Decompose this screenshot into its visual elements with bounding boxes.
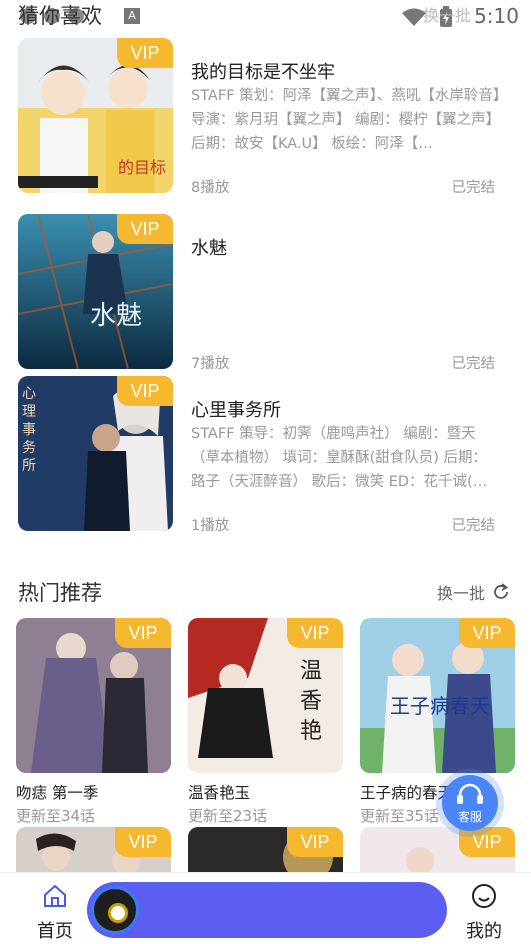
status-time: 5:10 — [474, 4, 519, 28]
item-plays: 8播放 — [191, 180, 230, 196]
smile-icon — [472, 884, 496, 908]
svg-text:的目标: 的目标 — [118, 158, 166, 177]
svg-text:温: 温 — [300, 659, 322, 684]
item-title: 水魅 — [191, 238, 227, 259]
svg-text:艳: 艳 — [300, 719, 322, 744]
swap-label: 换一批 — [436, 584, 485, 603]
bottom-nav: 首页 我的 — [0, 872, 531, 944]
section-title-guess: 猜你喜欢 — [18, 4, 102, 28]
cover-image: 心 理 事 务 所 VIP — [18, 376, 173, 531]
mini-player[interactable] — [87, 882, 447, 938]
vip-badge: VIP — [115, 618, 171, 648]
item-title: 心里事务所 — [191, 400, 281, 421]
home-icon — [44, 884, 66, 907]
cover-image: 水魅 VIP — [18, 214, 173, 369]
cover-image: 温 香 艳 VIP — [188, 618, 343, 773]
nav-home-label: 首页 — [37, 921, 73, 942]
hot-swap-button[interactable]: 换一批 — [437, 580, 511, 604]
svg-text:务: 务 — [22, 440, 36, 456]
card-name: 吻痣 第一季 — [16, 784, 99, 802]
card-update: 更新至34话 — [16, 807, 96, 825]
vip-badge: VIP — [459, 827, 515, 857]
cover-image: 王子病春天 VIP — [360, 618, 515, 773]
customer-service-button[interactable]: 客服 — [442, 775, 498, 831]
vip-badge: VIP — [115, 827, 171, 857]
swap-label: 换一批 — [422, 6, 471, 25]
svg-text:水魅: 水魅 — [90, 301, 142, 331]
refresh-icon — [494, 583, 509, 599]
list-item[interactable]: 的目标 VIP 我的目标是不坐牢 STAFF 策划：阿泽【翼之声】、燕吼【水岸聆… — [18, 38, 513, 196]
item-desc: STAFF 策导：初霁（鹿鸣声社） 编剧：暨天（草本植物） 填词：皇酥酥(甜食队… — [191, 426, 488, 490]
cover-image: VIP — [16, 618, 171, 773]
vip-badge: VIP — [287, 827, 343, 857]
svg-text:心: 心 — [22, 386, 36, 402]
section-title-hot: 热门推荐 — [18, 581, 102, 605]
item-plays: 7播放 — [191, 356, 230, 372]
vip-badge: VIP — [459, 618, 515, 648]
nav-mine-label: 我的 — [466, 921, 502, 942]
vip-badge: VIP — [117, 376, 173, 406]
vip-badge: VIP — [287, 618, 343, 648]
item-plays: 1播放 — [191, 518, 230, 534]
list-item[interactable]: 水魅 VIP 水魅 7播放 已完结 — [18, 214, 513, 372]
item-title: 我的目标是不坐牢 — [191, 62, 335, 83]
item-desc: STAFF 策划：阿泽【翼之声】、燕吼【水岸聆音】导演：紫月玥【翼之声】 编剧：… — [191, 88, 501, 152]
vip-badge: VIP — [117, 214, 173, 244]
list-item[interactable]: 心 理 事 务 所 VIP 心里事务所 STAFF 策导：初霁（鹿鸣声社） 编剧… — [18, 376, 513, 534]
svg-text:王子病春天: 王子病春天 — [390, 694, 490, 718]
svg-text:事: 事 — [22, 422, 36, 438]
guess-swap-button[interactable]: 换一批 — [423, 2, 471, 26]
vip-badge: VIP — [117, 38, 173, 68]
nav-mine[interactable]: 我的 — [459, 883, 509, 943]
card-update: 更新至23话 — [188, 807, 268, 825]
item-desc — [191, 260, 501, 332]
item-status: 已完结 — [451, 518, 496, 534]
nav-home[interactable]: 首页 — [30, 883, 80, 943]
svg-text:所: 所 — [22, 458, 36, 474]
disc-icon — [91, 886, 139, 934]
grid-card[interactable]: 温 香 艳 VIP 温香艳玉 更新至23话 — [188, 618, 343, 826]
card-name: 温香艳玉 — [188, 784, 251, 802]
svg-text:香: 香 — [300, 689, 322, 714]
cover-image: 的目标 VIP — [18, 38, 173, 193]
svg-text:理: 理 — [22, 404, 36, 420]
grid-card[interactable]: VIP 吻痣 第一季 更新至34话 — [16, 618, 171, 826]
item-status: 已完结 — [451, 180, 496, 196]
item-status: 已完结 — [451, 356, 496, 372]
service-label: 客服 — [457, 810, 482, 824]
keyboard-icon: A — [124, 8, 140, 24]
